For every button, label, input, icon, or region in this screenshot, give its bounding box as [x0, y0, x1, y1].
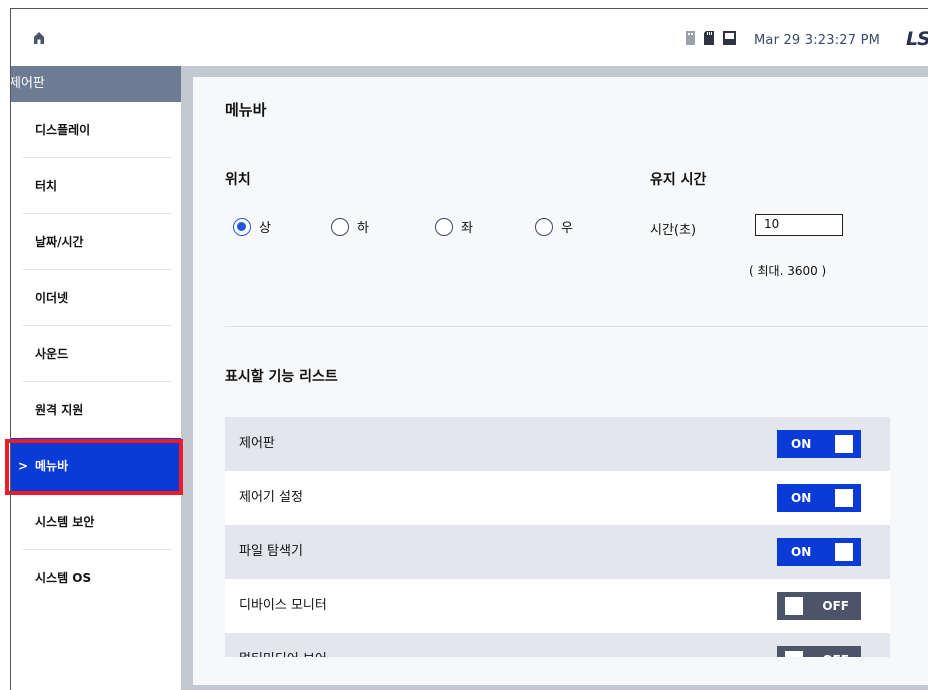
radio-button[interactable]: [331, 217, 349, 236]
sidebar: 제어판 디스플레이 터치 날짜/시간 이더넷 사운드 원격 지원 > 메뉴바 시…: [9, 66, 189, 690]
page-title: 메뉴바: [225, 101, 267, 119]
sidebar-item-label: 터치: [35, 179, 58, 193]
status-icons: [684, 30, 737, 46]
sidebar-item-label: 날짜/시간: [35, 235, 84, 249]
feature-list: 제어판 ON 제어기 설정 ON 파일 탐색기 ON 디바이스 모니터 OFF: [225, 417, 890, 685]
radio-top[interactable]: 상: [233, 217, 271, 236]
sidebar-item-label: 디스플레이: [35, 123, 91, 137]
sidebar-item-display[interactable]: 디스플레이: [23, 102, 171, 158]
sd-card-icon: [704, 31, 714, 45]
sidebar-item-datetime[interactable]: 날짜/시간: [23, 214, 171, 270]
radio-left[interactable]: 좌: [435, 217, 473, 236]
hold-time-max: ( 최대. 3600 ): [749, 264, 827, 278]
list-item: 파일 탐색기 ON: [225, 525, 890, 579]
sidebar-item-system-os[interactable]: 시스템 OS: [23, 550, 171, 606]
sidebar-header: 제어판: [9, 66, 181, 102]
sidebar-item-label: 원격 지원: [35, 403, 84, 417]
sidebar-item-label: 사운드: [35, 347, 69, 361]
toggle-state: ON: [791, 437, 812, 451]
section-divider: [225, 326, 928, 327]
toggle-knob: [835, 435, 853, 453]
radio-button[interactable]: [435, 217, 453, 236]
settings-panel: 메뉴바 위치 유지 시간 상 하 좌 우 시간(초) 10 ( 최대. 3600…: [193, 77, 928, 685]
sidebar-header-label: 제어판: [9, 76, 45, 91]
toggle-knob: [835, 543, 853, 561]
toggle-knob: [785, 597, 803, 615]
radio-label: 좌: [461, 221, 473, 236]
sidebar-item-label: 시스템 보안: [35, 515, 95, 529]
brand-logo: LS: [906, 28, 928, 50]
top-bar: Mar 29 3:23:27 PM LS: [11, 9, 928, 67]
sidebar-item-sound[interactable]: 사운드: [23, 326, 171, 382]
hold-time-label: 유지 시간: [650, 172, 707, 188]
radio-button-selected[interactable]: [233, 217, 251, 236]
list-item: 제어판 ON: [225, 417, 890, 471]
app-window: Mar 29 3:23:27 PM LS 제어판 디스플레이 터치 날짜/시간 …: [0, 0, 928, 690]
radio-label: 우: [561, 221, 573, 236]
storage-icon: [723, 31, 736, 45]
sidebar-item-label: 시스템 OS: [35, 571, 92, 585]
toggle-knob: [835, 489, 853, 507]
list-item-label: 디바이스 모니터: [239, 598, 327, 613]
toggle-switch[interactable]: ON: [777, 430, 861, 458]
radio-right[interactable]: 우: [535, 217, 573, 236]
toggle-state: ON: [791, 545, 812, 559]
hold-time-input[interactable]: 10: [755, 214, 843, 236]
toggle-switch[interactable]: ON: [777, 484, 861, 512]
sidebar-item-touch[interactable]: 터치: [23, 158, 171, 214]
sidebar-item-ethernet[interactable]: 이더넷: [23, 270, 171, 326]
sidebar-item-remote-support[interactable]: 원격 지원: [23, 382, 171, 438]
sidebar-item-label: 이더넷: [35, 291, 69, 305]
list-item-label: 제어판: [239, 436, 275, 451]
datetime-display: Mar 29 3:23:27 PM: [754, 33, 881, 48]
toggle-state: ON: [791, 491, 812, 505]
position-label: 위치: [225, 172, 251, 188]
sidebar-item-system-security[interactable]: 시스템 보안: [23, 494, 171, 550]
feature-list-title: 표시할 기능 리스트: [225, 369, 338, 385]
selection-highlight: [5, 439, 183, 495]
toggle-state: OFF: [822, 599, 849, 613]
usb-icon: [686, 31, 695, 45]
radio-bottom[interactable]: 하: [331, 217, 369, 236]
radio-label: 하: [357, 221, 369, 236]
radio-button[interactable]: [535, 217, 553, 236]
time-field-label: 시간(초): [650, 223, 697, 238]
home-icon[interactable]: [33, 31, 45, 45]
toggle-switch[interactable]: ON: [777, 538, 861, 566]
list-item-label: 파일 탐색기: [239, 544, 303, 559]
list-item: 디바이스 모니터 OFF: [225, 579, 890, 633]
list-item: 제어기 설정 ON: [225, 471, 890, 525]
toggle-switch[interactable]: OFF: [777, 592, 861, 620]
list-item-label: 제어기 설정: [239, 490, 303, 505]
radio-label: 상: [259, 221, 271, 236]
scroll-clip: [193, 657, 928, 685]
